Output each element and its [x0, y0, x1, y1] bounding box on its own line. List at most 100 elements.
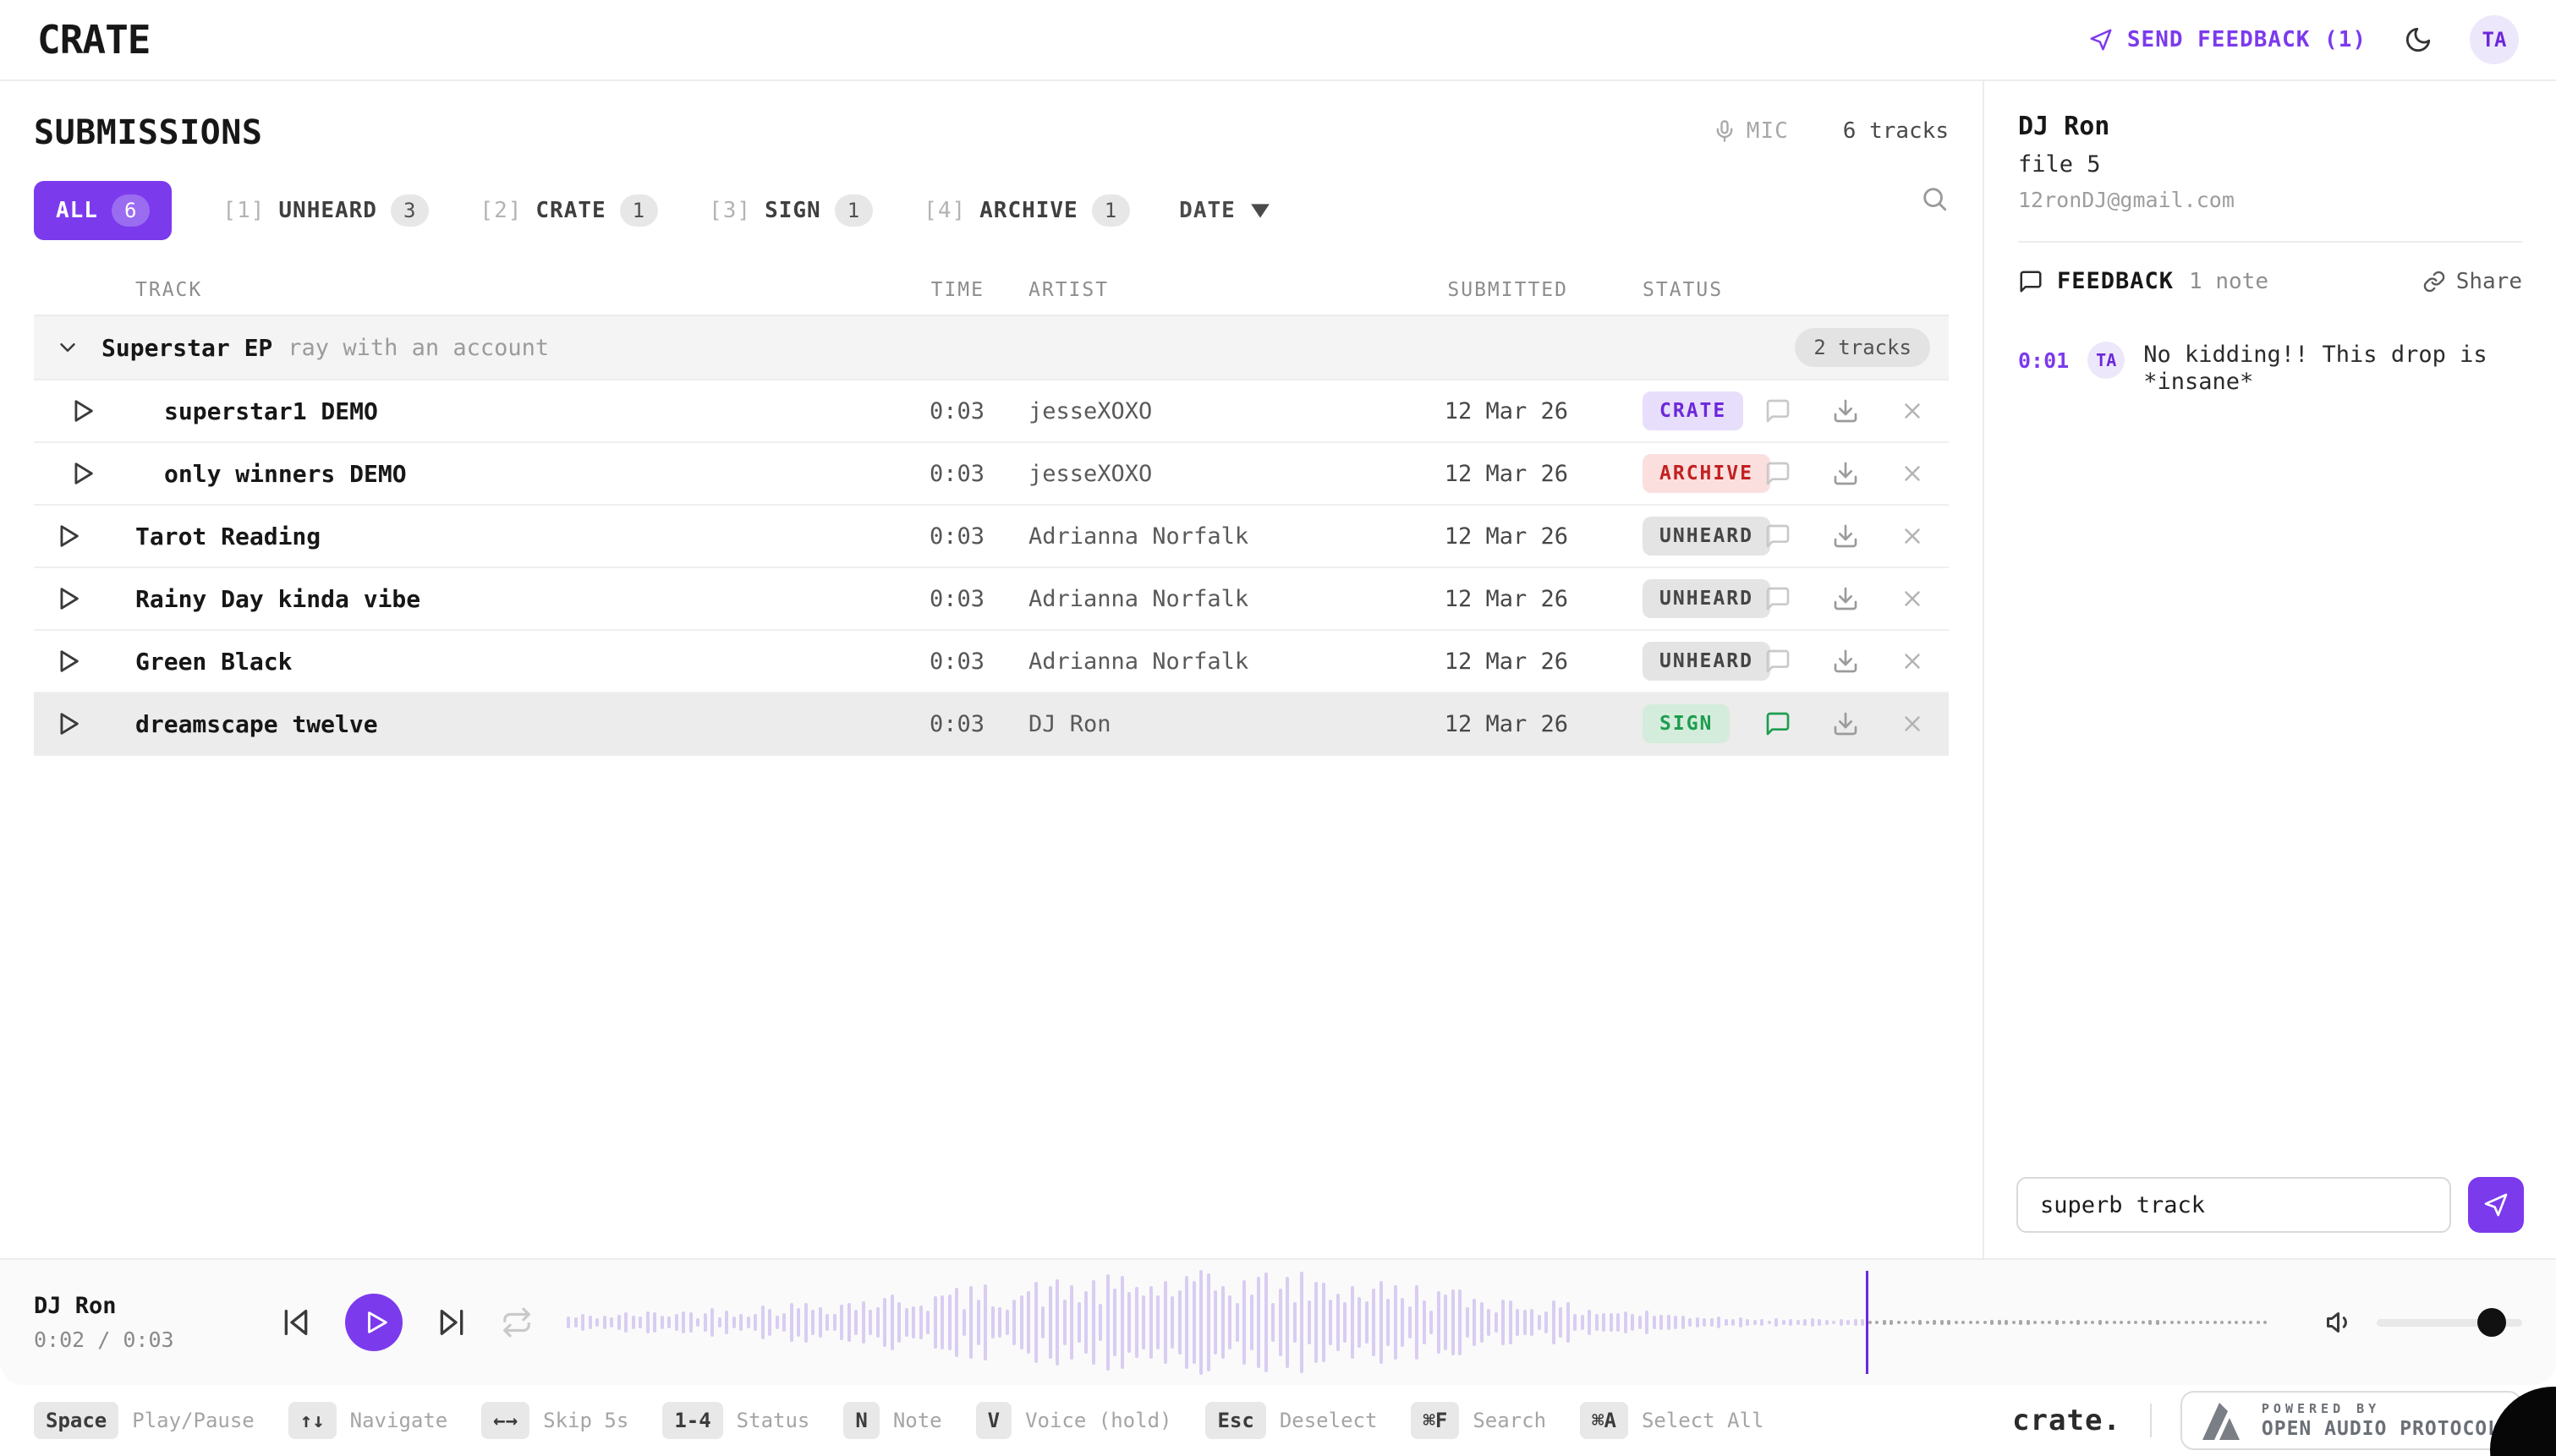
note-timestamp[interactable]: 0:01 — [2018, 342, 2069, 373]
shortcut-key: V — [976, 1402, 1012, 1439]
status-badge: CRATE — [1643, 391, 1743, 430]
track-artist: jesseXOXO — [985, 461, 1424, 487]
search-button[interactable] — [1920, 184, 1949, 213]
send-feedback-button[interactable]: SEND FEEDBACK (1) — [2088, 27, 2367, 52]
filter-crate[interactable]: [2]CRATE1 — [480, 194, 658, 227]
row-remove-button[interactable] — [1898, 522, 1927, 550]
feedback-note[interactable]: 0:01 TA No kidding!! This drop is *insan… — [2018, 342, 2522, 397]
row-download-button[interactable] — [1830, 521, 1861, 551]
play-pause-button[interactable] — [345, 1294, 403, 1351]
dark-mode-toggle[interactable] — [2404, 25, 2433, 54]
row-note-button[interactable] — [1763, 583, 1793, 614]
app-header: CRATE SEND FEEDBACK (1) TA — [0, 0, 2556, 81]
close-icon — [1900, 398, 1925, 424]
skip-forward-button[interactable] — [435, 1305, 469, 1339]
player-time-display: 0:02 / 0:03 — [34, 1327, 279, 1352]
send-note-button[interactable] — [2468, 1177, 2524, 1233]
track-row[interactable]: Green Black0:03Adrianna Norfalk12 Mar 26… — [34, 631, 1949, 693]
volume-mute-button[interactable] — [2324, 1307, 2355, 1338]
search-icon — [1920, 184, 1949, 213]
row-download-button[interactable] — [1830, 709, 1861, 739]
group-name: Superstar EP — [101, 334, 272, 362]
row-note-button[interactable] — [1763, 646, 1793, 676]
track-name: dreamscape twelve — [101, 710, 891, 738]
filter-hotkey: [4] — [924, 198, 966, 223]
row-play-button[interactable] — [50, 643, 85, 679]
user-avatar[interactable]: TA — [2470, 15, 2519, 64]
row-note-button[interactable] — [1763, 521, 1793, 551]
shortcut-play-pause: SpacePlay/Pause — [34, 1402, 255, 1439]
row-note-button[interactable] — [1763, 709, 1793, 739]
note-input[interactable] — [2016, 1177, 2451, 1233]
table-header-row: TRACK TIME ARTIST SUBMITTED STATUS — [34, 265, 1949, 315]
close-icon — [1900, 523, 1925, 549]
filter-label: UNHEARD — [278, 198, 377, 223]
row-download-button[interactable] — [1830, 646, 1861, 676]
row-play-button[interactable] — [64, 393, 100, 429]
paper-plane-icon — [2088, 27, 2114, 52]
open-audio-protocol-badge: POWERED BY OPEN AUDIO PROTOCOL — [2180, 1391, 2522, 1450]
row-play-button[interactable] — [50, 518, 85, 554]
row-note-button[interactable] — [1763, 458, 1793, 489]
playhead-cursor[interactable] — [1866, 1271, 1868, 1374]
feedback-title: FEEDBACK — [2057, 268, 2174, 294]
track-row[interactable]: only winners DEMO0:03jesseXOXO12 Mar 26A… — [34, 443, 1949, 506]
row-remove-button[interactable] — [1898, 647, 1927, 676]
play-icon — [53, 647, 82, 676]
row-download-button[interactable] — [1830, 458, 1861, 489]
filter-unheard[interactable]: [1]UNHEARD3 — [222, 194, 429, 227]
row-play-button[interactable] — [50, 706, 85, 742]
download-icon — [1832, 648, 1859, 675]
shortcut-label: Skip 5s — [543, 1409, 628, 1432]
skip-back-button[interactable] — [279, 1305, 313, 1339]
shortcut-key: N — [843, 1402, 879, 1439]
row-play-button[interactable] — [64, 456, 100, 491]
mic-toggle[interactable]: MIC — [1713, 118, 1789, 144]
volume-slider[interactable] — [2377, 1319, 2522, 1327]
sort-label: DATE — [1179, 198, 1236, 223]
row-remove-button[interactable] — [1898, 459, 1927, 488]
row-remove-button[interactable] — [1898, 584, 1927, 613]
filter-hotkey: [3] — [709, 198, 751, 223]
filter-count: 1 — [1092, 194, 1130, 227]
row-remove-button[interactable] — [1898, 397, 1927, 425]
volume-knob[interactable] — [2477, 1308, 2506, 1337]
submissions-table: TRACK TIME ARTIST SUBMITTED STATUS Super… — [34, 265, 1949, 756]
filter-all[interactable]: ALL6 — [34, 181, 172, 240]
repeat-button[interactable] — [501, 1306, 533, 1338]
row-download-button[interactable] — [1830, 396, 1861, 426]
track-time: 0:03 — [891, 398, 985, 424]
filter-archive[interactable]: [4]ARCHIVE1 — [924, 194, 1130, 227]
download-icon — [1832, 523, 1859, 550]
download-icon — [1832, 460, 1859, 487]
app-logo: CRATE — [37, 17, 150, 63]
group-subtitle: ray with an account — [288, 335, 549, 361]
row-note-button[interactable] — [1763, 396, 1793, 426]
mountain-logo-icon — [2202, 1401, 2246, 1440]
chevron-down-icon[interactable] — [34, 335, 101, 360]
comment-icon — [1764, 585, 1791, 612]
skip-back-icon — [279, 1305, 313, 1339]
comment-icon — [1764, 710, 1791, 737]
track-row[interactable]: Tarot Reading0:03Adrianna Norfalk12 Mar … — [34, 506, 1949, 568]
play-icon — [53, 584, 82, 613]
group-track-count: 2 tracks — [1795, 328, 1930, 367]
close-icon — [1900, 586, 1925, 611]
track-row[interactable]: superstar1 DEMO0:03jesseXOXO12 Mar 26CRA… — [34, 380, 1949, 443]
row-download-button[interactable] — [1830, 583, 1861, 614]
row-play-button[interactable] — [50, 581, 85, 616]
filter-sign[interactable]: [3]SIGN1 — [709, 194, 873, 227]
group-row[interactable]: Superstar EP ray with an account 2 track… — [34, 315, 1949, 380]
row-remove-button[interactable] — [1898, 709, 1927, 738]
close-icon — [1900, 711, 1925, 736]
waveform-seekbar[interactable] — [567, 1267, 2272, 1378]
skip-forward-icon — [435, 1305, 469, 1339]
track-time: 0:03 — [891, 711, 985, 737]
comment-icon — [1764, 523, 1791, 550]
track-row[interactable]: Rainy Day kinda vibe0:03Adrianna Norfalk… — [34, 568, 1949, 631]
track-row[interactable]: dreamscape twelve0:03DJ Ron12 Mar 26SIGN — [34, 693, 1949, 756]
track-rows: superstar1 DEMO0:03jesseXOXO12 Mar 26CRA… — [34, 380, 1949, 756]
sort-by-date-button[interactable]: DATE — [1179, 198, 1271, 223]
share-button[interactable]: Share — [2422, 269, 2522, 294]
filter-label: CRATE — [535, 198, 606, 223]
